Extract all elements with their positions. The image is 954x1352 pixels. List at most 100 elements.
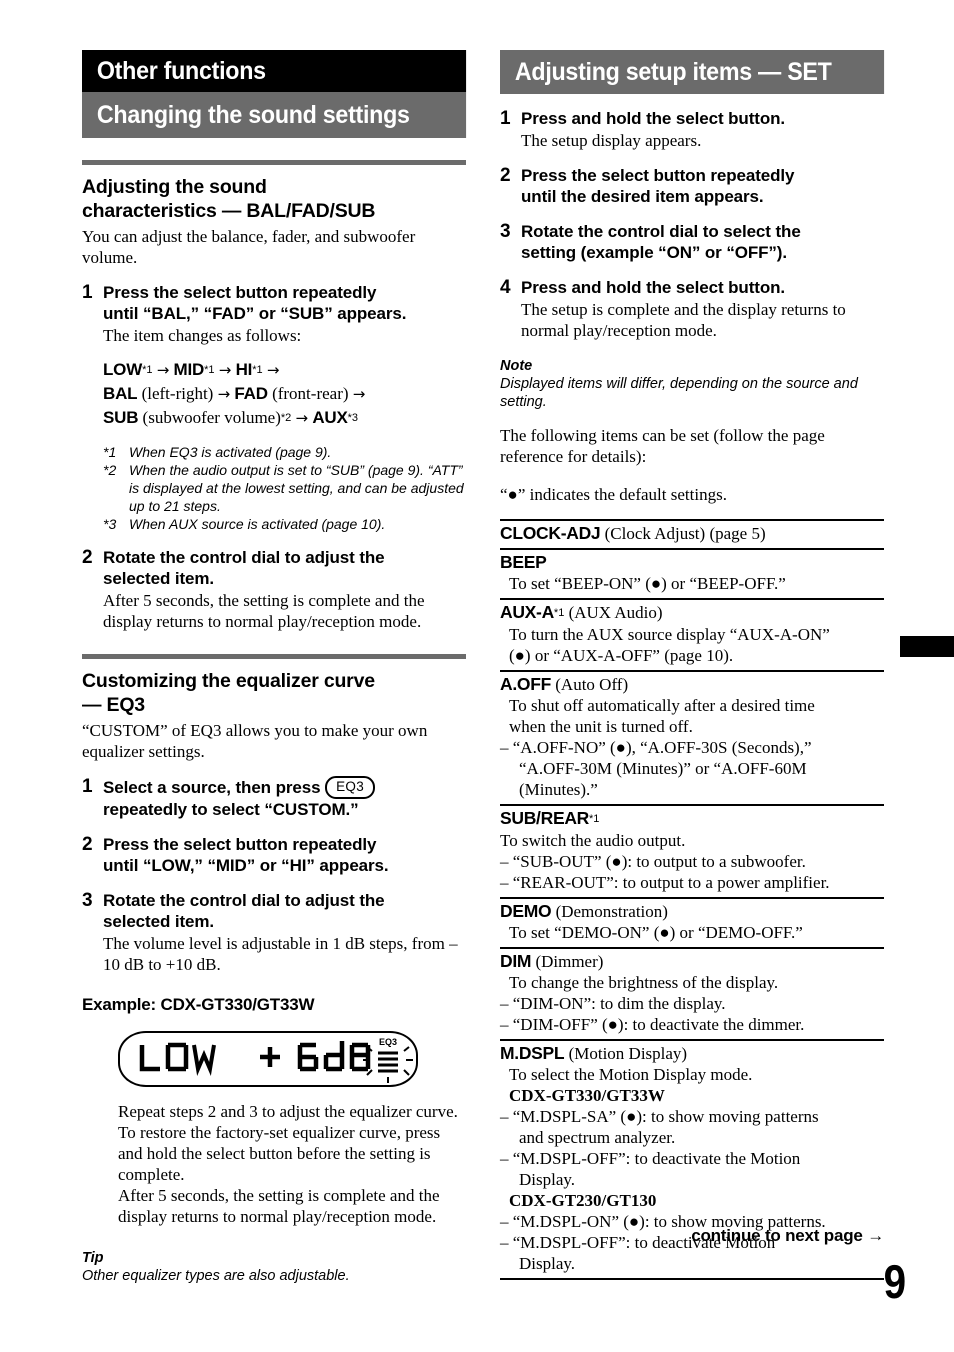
setup-item-a-off[interactable]: A.OFF (Auto Off) To shut off automatical… — [500, 672, 884, 806]
note-label: Note — [500, 358, 533, 374]
setup-item-sub-rear[interactable]: SUB/REAR*1 To switch the audio output. –… — [500, 806, 884, 899]
step-title-line-1: Press the select button repeatedly — [521, 166, 795, 185]
setup-item-aux-a[interactable]: AUX-A*1 (AUX Audio) To turn the AUX sour… — [500, 600, 884, 672]
flow-item-mid: MID — [173, 360, 205, 379]
arrow-icon: → — [217, 385, 231, 403]
flow-item-fad-note: (front-rear) — [272, 384, 349, 403]
step-title-line-1: Rotate the control dial to adjust the — [103, 891, 385, 910]
section-rule — [82, 654, 466, 659]
step-number: 1 — [82, 776, 93, 797]
step-title-line-2: selected item. — [103, 569, 215, 588]
flow-line-2: BAL (left-right) → FAD (front-rear) → — [103, 382, 466, 406]
item-name: AUX-A*1 (AUX Audio) — [500, 602, 884, 624]
step-number: 2 — [82, 834, 93, 855]
item-name: M.DSPL (Motion Display) — [500, 1043, 884, 1064]
footnote-text: When EQ3 is activated (page 9). — [129, 444, 332, 460]
item-option-line: (Minutes).” — [519, 780, 598, 799]
item-name: DEMO (Demonstration) — [500, 901, 884, 922]
subheading-line-1: Customizing the equalizer curve — [82, 670, 375, 692]
arrow-icon: → — [266, 361, 280, 379]
flow-footnote-mark: *3 — [347, 412, 359, 424]
footnote-mark: *3 — [103, 516, 117, 532]
flow-footnote-mark: *1 — [142, 364, 153, 376]
step-description: The setup display appears. — [521, 131, 702, 150]
footnote-item: *2 When the audio output is set to “SUB”… — [103, 461, 466, 515]
item-line: To select the Motion Display mode. — [509, 1065, 753, 1084]
item-line: To set “DEMO-ON” (●) or “DEMO-OFF.” — [509, 923, 803, 942]
lcd-segments: EQ3 — [139, 1037, 413, 1083]
subheading-line-2: — EQ3 — [82, 694, 145, 716]
step-set-2: 2 Press the select button repeatedly unt… — [500, 165, 884, 207]
step-number: 2 — [82, 547, 93, 568]
item-option-line: Display. — [519, 1170, 576, 1189]
step-description: After 5 seconds, the setting is complete… — [103, 591, 425, 631]
arrow-icon: → — [295, 409, 309, 427]
step-title: Press the select button repeatedly until… — [521, 165, 884, 207]
item-name-suffix: (Auto Off) — [551, 675, 629, 694]
step-number: 3 — [500, 221, 511, 242]
setup-item-clock-adj[interactable]: CLOCK-ADJ (Clock Adjust) (page 5) — [500, 521, 884, 550]
footnote-item: *3 When AUX source is activated (page 10… — [103, 515, 466, 533]
step-number: 2 — [500, 165, 511, 186]
model-subheading: CDX-GT230/GT130 — [509, 1191, 657, 1210]
subheading-bal-fad-sub: Adjusting the sound characteristics — BA… — [82, 175, 466, 223]
footnote-text: When AUX source is activated (page 10). — [129, 516, 386, 532]
step-title-line-2: until the desired item appears. — [521, 187, 764, 206]
flow-footnote-mark: *2 — [280, 412, 292, 424]
footnote-mark: *1 — [103, 444, 117, 460]
item-line: To switch the audio output. — [500, 831, 686, 850]
item-option-line: and spectrum analyzer. — [519, 1128, 676, 1147]
chapter-banner: Other functions — [82, 50, 467, 92]
step-title-line-2: until “BAL,” “FAD” or “SUB” appears. — [103, 304, 407, 323]
item-line: (●) or “AUX-A-OFF” (page 10). — [509, 646, 734, 665]
item-footnote-mark: *1 — [553, 607, 565, 619]
section2-intro: “CUSTOM” of EQ3 allows you to make your … — [82, 721, 428, 761]
flow-footnote-mark: *1 — [252, 364, 263, 376]
item-name-code: DEMO — [500, 901, 552, 921]
flow-line-1: LOW*1 → MID*1 → HI*1 → — [103, 358, 466, 382]
item-name-code: AUX-A — [500, 602, 554, 622]
item-option-line: – “REAR-OUT”: to output to a power ampli… — [500, 873, 830, 892]
section-banner: Changing the sound settings — [82, 92, 467, 138]
step-title-line-1: Press the select button repeatedly — [103, 835, 377, 854]
setup-item-demo[interactable]: DEMO (Demonstration) To set “DEMO-ON” (●… — [500, 899, 884, 949]
item-name-suffix: (Demonstration) — [551, 902, 668, 921]
after-lcd-paragraph-3: After 5 seconds, the setting is complete… — [118, 1186, 440, 1226]
step-number: 1 — [500, 108, 511, 129]
item-option-line: Display. — [519, 1254, 576, 1273]
subheading-line-2: characteristics — BAL/FAD/SUB — [82, 200, 376, 222]
step-description: The volume level is adjustable in 1 dB s… — [103, 934, 458, 974]
right-column: Adjusting setup items — SET 1 Press and … — [500, 50, 885, 1280]
left-column: Other functions Changing the sound setti… — [82, 50, 467, 1285]
item-option-line: – “DIM-ON”: to dim the display. — [500, 994, 726, 1013]
eq3-indicator-icon: EQ3 — [363, 1037, 413, 1083]
step-title: Rotate the control dial to select the se… — [521, 221, 884, 263]
step-eq3-3: 3 Rotate the control dial to adjust the … — [82, 890, 466, 975]
step-title: Press the select button repeatedly until… — [103, 834, 466, 876]
continue-next-page-note: continue to next page → — [691, 1226, 884, 1245]
note-text: Displayed items will differ, depending o… — [500, 376, 858, 410]
flow-item-low: LOW — [103, 360, 143, 379]
manual-page: Other functions Changing the sound setti… — [0, 0, 954, 1352]
step-title: Rotate the control dial to adjust the se… — [103, 547, 466, 589]
item-line: To turn the AUX source display “AUX-A-ON… — [509, 625, 830, 644]
step-title-line-1: Rotate the control dial to adjust the — [103, 548, 385, 567]
svg-text:EQ3: EQ3 — [379, 1037, 397, 1047]
item-line: To shut off automatically after a desire… — [509, 696, 815, 715]
setup-item-beep[interactable]: BEEP To set “BEEP-ON” (●) or “BEEP-OFF.” — [500, 550, 884, 600]
step-eq3-2: 2 Press the select button repeatedly unt… — [82, 834, 466, 876]
model-subheading: CDX-GT330/GT33W — [509, 1086, 665, 1105]
setup-item-dim[interactable]: DIM (Dimmer) To change the brightness of… — [500, 949, 884, 1041]
footnote-list: *1 When EQ3 is activated (page 9). *2 Wh… — [103, 443, 466, 533]
item-line: when the unit is turned off. — [509, 717, 693, 736]
item-flow-diagram: LOW*1 → MID*1 → HI*1 → BAL (left-right) … — [103, 358, 466, 430]
flow-item-bal: BAL — [103, 384, 138, 403]
step-title-line-2: selected item. — [103, 912, 215, 931]
tip-label: Tip — [82, 1250, 104, 1266]
flow-item-hi: HI — [235, 360, 253, 379]
step-title: Press and hold the select button. — [521, 109, 786, 128]
step-number: 3 — [82, 890, 93, 911]
items-intro-line-1: The following items can be set (follow t… — [500, 426, 825, 466]
eq3-button-glyph[interactable]: EQ3 — [325, 776, 376, 799]
arrow-icon: → — [156, 361, 170, 379]
